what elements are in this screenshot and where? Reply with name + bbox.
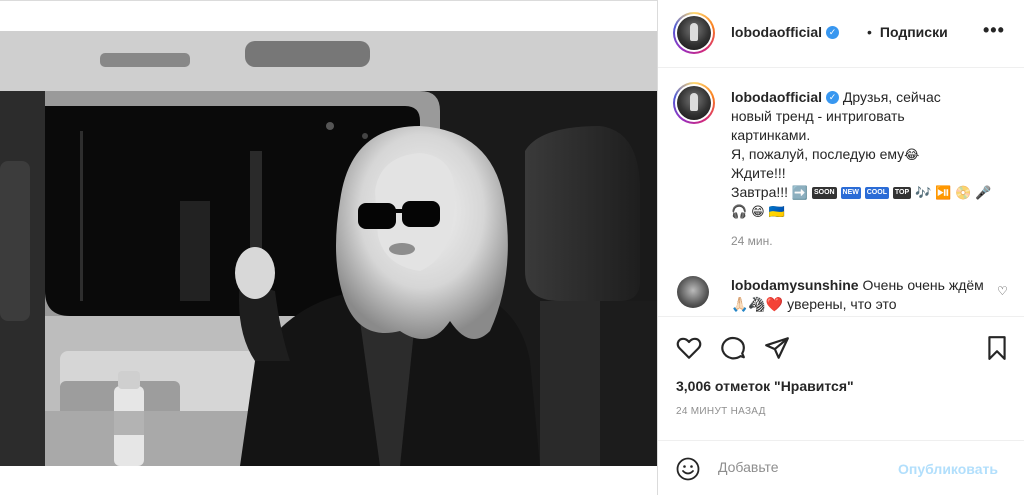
post-side-panel: lobodaofficial ✓ • Подписки ••• lobodaoffi… [657, 0, 1024, 495]
ukraine-flag-emoji-icon: 🇺🇦 [768, 204, 785, 220]
comment-like-heart-icon[interactable]: ♡ [997, 284, 1008, 298]
smiley-icon[interactable] [676, 457, 700, 481]
comments-list: lobodamysunshine Очень очень ждём🙏🏻🦓❤️ у… [658, 262, 1024, 315]
heart-outline-icon[interactable] [676, 335, 702, 361]
following-button[interactable]: • Подписки [867, 24, 948, 40]
play-pause-emoji-icon: ⏯️ [935, 185, 952, 201]
caption-timestamp[interactable]: 24 мин. [731, 234, 773, 248]
caption-line-6: Завтра!!! [731, 184, 789, 200]
author-username[interactable]: lobodaofficial ✓ [731, 24, 839, 40]
add-comment-bar: Опубликовать [658, 440, 1024, 495]
speech-bubble-icon[interactable] [720, 335, 746, 361]
instagram-post-page: lobodaofficial ✓ • Подписки ••• lobodaoffi… [0, 0, 1024, 495]
grinning-emoji-icon: 😁 [751, 204, 765, 220]
post-actions-bar [658, 316, 1024, 376]
soon-emoji-icon: SOON [812, 187, 837, 200]
commenter-username[interactable]: lobodamysunshine [731, 277, 859, 293]
caption-line-4: Я, пожалуй, последую ему [731, 146, 905, 162]
headphones-emoji-icon: 🎧 [731, 204, 748, 220]
photo-bottom-padding [0, 466, 657, 495]
likes-count[interactable]: 3,006 отметок "Нравится" [676, 378, 854, 394]
microphone-emoji-icon: 🎤 [975, 185, 992, 201]
dvd-emoji-icon: 📀 [955, 185, 972, 201]
caption-author-avatar[interactable] [673, 82, 715, 124]
post-header: lobodaofficial ✓ • Подписки ••• [658, 0, 1024, 68]
post-timestamp[interactable]: 24 МИНУТ НАЗАД [676, 406, 766, 417]
author-avatar[interactable] [673, 12, 715, 54]
commenter-avatar[interactable] [677, 276, 709, 308]
arrow-right-emoji-icon: ➡️ [791, 185, 809, 201]
caption-line-5: Ждите!!! [731, 165, 786, 181]
new-emoji-icon: NEW [840, 187, 861, 200]
top-emoji-icon: TOP [892, 187, 912, 200]
paper-plane-icon[interactable] [764, 335, 790, 361]
more-options-icon[interactable]: ••• [983, 20, 1005, 41]
cool-emoji-icon: COOL [864, 187, 889, 200]
bookmark-icon[interactable] [984, 335, 1010, 361]
photo-illustration [0, 31, 657, 466]
post-photo[interactable] [0, 31, 657, 466]
publish-button[interactable]: Опубликовать [898, 461, 998, 477]
verified-badge-icon: ✓ [826, 25, 839, 39]
verified-badge-icon: ✓ [826, 90, 839, 104]
post-caption: lobodaofficial ✓ Друзья, сейчас новый тре… [731, 88, 1021, 221]
dot-separator: • [867, 24, 872, 40]
comment-text: lobodamysunshine Очень очень ждём🙏🏻🦓❤️ у… [731, 276, 993, 314]
caption-line-3: картинками. [731, 127, 811, 143]
caption-line-2: новый тренд - интриговать [731, 108, 905, 124]
laughing-emoji-icon: 😂 [904, 147, 920, 163]
caption-username[interactable]: lobodaofficial [731, 89, 822, 105]
caption-line-1: Друзья, сейчас [842, 89, 941, 105]
music-notes-emoji-icon: 🎶 [915, 185, 932, 201]
